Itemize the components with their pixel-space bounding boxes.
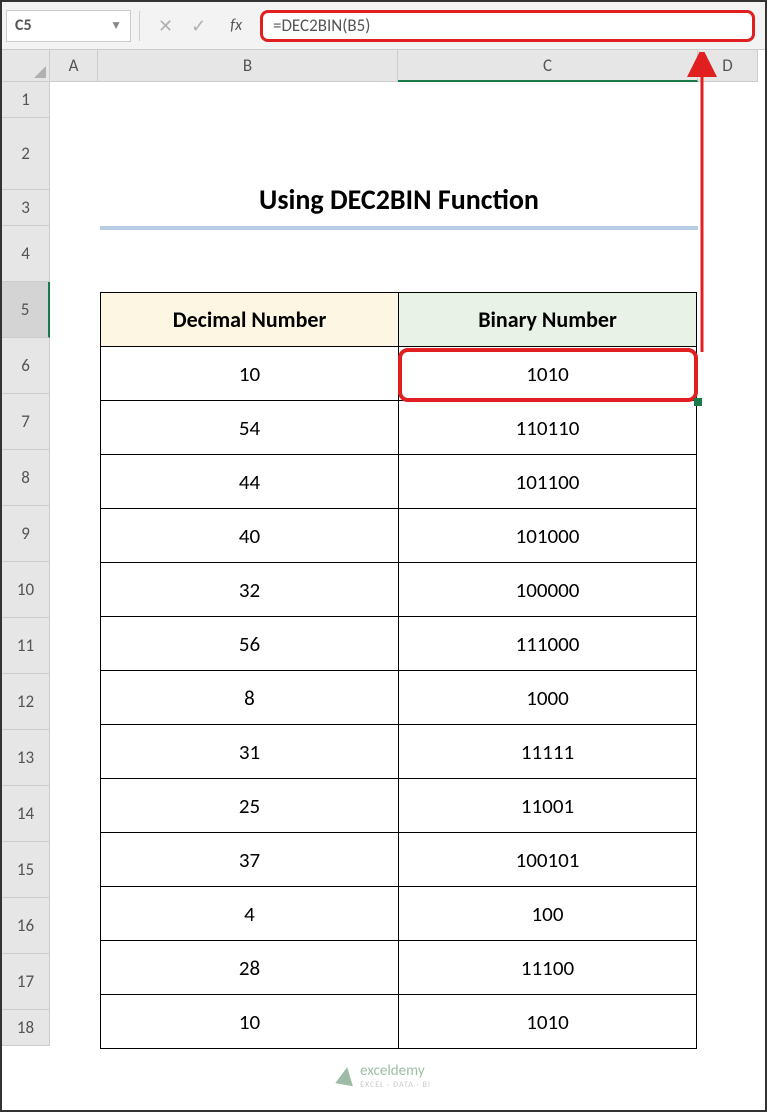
table-row: 2811100 xyxy=(101,941,697,995)
col-header-D[interactable]: D xyxy=(698,50,758,82)
cancel-icon[interactable]: ✕ xyxy=(158,15,173,37)
row-header[interactable]: 16 xyxy=(2,898,50,954)
row-header[interactable]: 2 xyxy=(2,118,50,190)
row-header[interactable]: 15 xyxy=(2,842,50,898)
row-header[interactable]: 1 xyxy=(2,82,50,118)
row-header[interactable]: 6 xyxy=(2,338,50,394)
cell-bin[interactable]: 1010 xyxy=(399,347,697,401)
table-row: 37100101 xyxy=(101,833,697,887)
chevron-down-icon[interactable]: ▼ xyxy=(110,18,122,33)
cell-bin[interactable]: 11100 xyxy=(399,941,697,995)
row-header[interactable]: 3 xyxy=(2,190,50,226)
page-title: Using DEC2BIN Function xyxy=(100,182,698,217)
cell-bin[interactable]: 110110 xyxy=(399,401,697,455)
table-header-row: Decimal Number Binary Number xyxy=(101,293,697,347)
cell-dec[interactable]: 31 xyxy=(101,725,399,779)
cell-dec[interactable]: 54 xyxy=(101,401,399,455)
table-row: 32100000 xyxy=(101,563,697,617)
row-header[interactable]: 12 xyxy=(2,674,50,730)
table-row: 40101000 xyxy=(101,509,697,563)
cell-dec[interactable]: 25 xyxy=(101,779,399,833)
cell-dec[interactable]: 44 xyxy=(101,455,399,509)
divider xyxy=(139,11,140,41)
watermark: exceldemy EXCEL · DATA · BI xyxy=(336,1062,431,1090)
table-row: 54110110 xyxy=(101,401,697,455)
row-header[interactable]: 11 xyxy=(2,618,50,674)
cell-dec[interactable]: 40 xyxy=(101,509,399,563)
cell-dec[interactable]: 4 xyxy=(101,887,399,941)
table-row: 4100 xyxy=(101,887,697,941)
row-header[interactable]: 17 xyxy=(2,954,50,1010)
cell-dec[interactable]: 8 xyxy=(101,671,399,725)
cell-bin[interactable]: 100000 xyxy=(399,563,697,617)
enter-icon[interactable]: ✓ xyxy=(191,15,206,37)
formula-input[interactable]: =DEC2BIN(B5) xyxy=(260,10,755,42)
table-row: 101010 xyxy=(101,995,697,1049)
name-box-value: C5 xyxy=(15,16,32,35)
header-binary[interactable]: Binary Number xyxy=(399,293,697,347)
cell-dec[interactable]: 10 xyxy=(101,347,399,401)
cell-dec[interactable]: 28 xyxy=(101,941,399,995)
row-header[interactable]: 18 xyxy=(2,1010,50,1046)
name-box[interactable]: C5 ▼ xyxy=(6,10,131,42)
data-table: Decimal Number Binary Number 101010 5411… xyxy=(100,292,697,1049)
cell-bin[interactable]: 101100 xyxy=(399,455,697,509)
row-header[interactable]: 4 xyxy=(2,226,50,282)
table-row: 56111000 xyxy=(101,617,697,671)
cell-dec[interactable]: 56 xyxy=(101,617,399,671)
formula-bar: C5 ▼ ✕ ✓ fx =DEC2BIN(B5) xyxy=(2,2,765,50)
row-header[interactable]: 14 xyxy=(2,786,50,842)
formula-text: =DEC2BIN(B5) xyxy=(273,15,370,36)
header-decimal[interactable]: Decimal Number xyxy=(101,293,399,347)
cell-bin[interactable]: 11001 xyxy=(399,779,697,833)
row-header[interactable]: 13 xyxy=(2,730,50,786)
table-row: 3111111 xyxy=(101,725,697,779)
cell-dec[interactable]: 37 xyxy=(101,833,399,887)
row-header[interactable]: 8 xyxy=(2,450,50,506)
cell-bin[interactable]: 100 xyxy=(399,887,697,941)
fx-icon[interactable]: fx xyxy=(230,16,242,35)
cell-bin[interactable]: 100101 xyxy=(399,833,697,887)
table-row: 44101100 xyxy=(101,455,697,509)
column-headers: A B C D xyxy=(2,50,765,82)
watermark-sub: EXCEL · DATA · BI xyxy=(360,1080,431,1090)
selection-handle[interactable] xyxy=(694,398,702,406)
cell-bin[interactable]: 1000 xyxy=(399,671,697,725)
watermark-brand: exceldemy xyxy=(360,1062,424,1080)
row-header[interactable]: 5 xyxy=(2,282,50,338)
table-row: 101010 xyxy=(101,347,697,401)
cell-dec[interactable]: 32 xyxy=(101,563,399,617)
cell-bin[interactable]: 11111 xyxy=(399,725,697,779)
col-header-C[interactable]: C xyxy=(398,50,698,82)
col-header-B[interactable]: B xyxy=(98,50,398,82)
cell-dec[interactable]: 10 xyxy=(101,995,399,1049)
cell-bin[interactable]: 1010 xyxy=(399,995,697,1049)
watermark-icon xyxy=(335,1066,356,1087)
formula-bar-buttons: ✕ ✓ fx xyxy=(148,15,252,37)
row-header[interactable]: 10 xyxy=(2,562,50,618)
title-underline xyxy=(100,226,698,230)
col-header-A[interactable]: A xyxy=(50,50,98,82)
row-header[interactable]: 7 xyxy=(2,394,50,450)
select-all-corner[interactable] xyxy=(2,50,50,82)
row-header[interactable]: 9 xyxy=(2,506,50,562)
table-row: 2511001 xyxy=(101,779,697,833)
cell-bin[interactable]: 101000 xyxy=(399,509,697,563)
cell-bin[interactable]: 111000 xyxy=(399,617,697,671)
table-row: 81000 xyxy=(101,671,697,725)
